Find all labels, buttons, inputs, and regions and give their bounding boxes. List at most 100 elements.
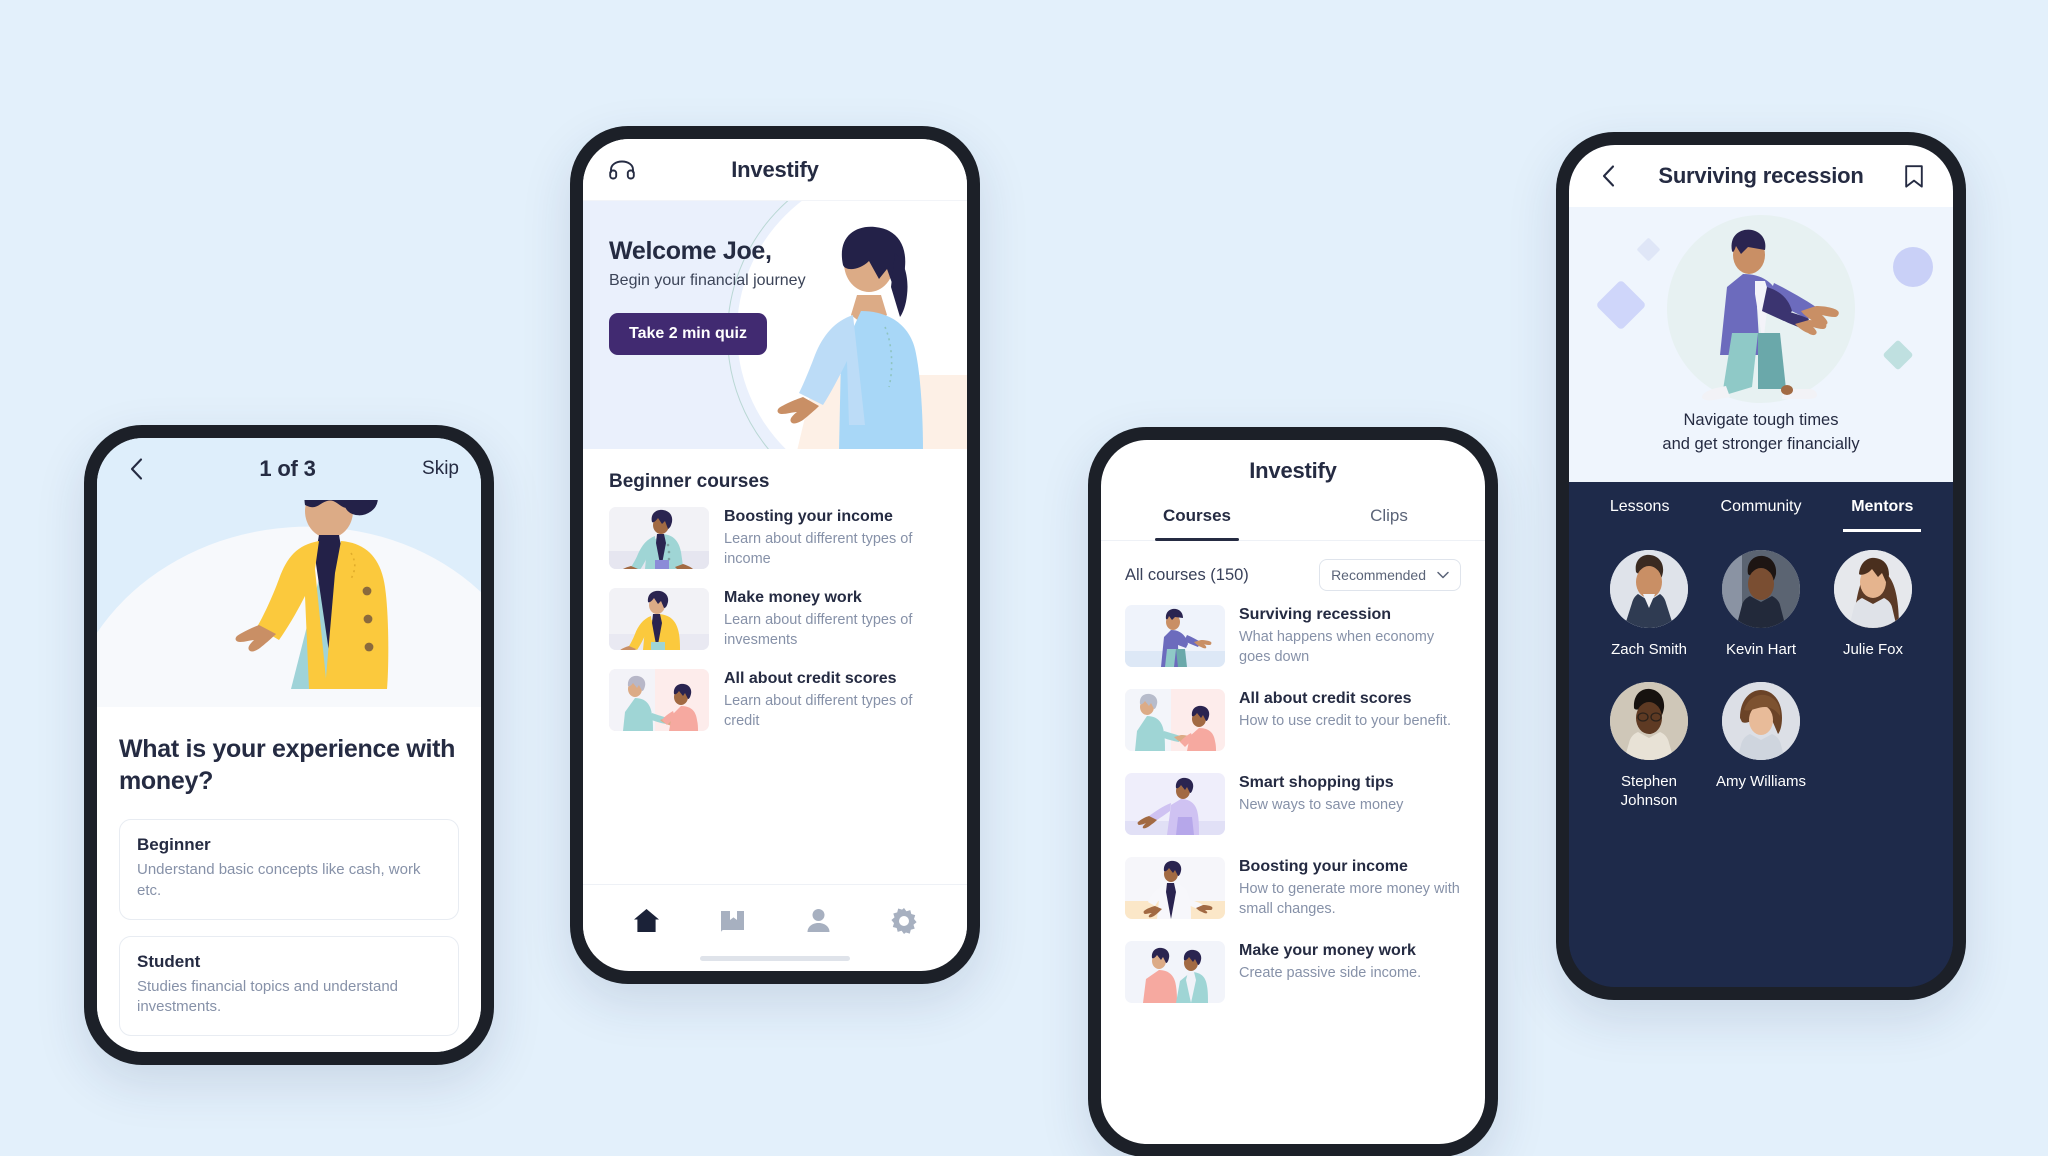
tab-saved[interactable] — [715, 904, 749, 938]
tab-lessons[interactable]: Lessons — [1579, 482, 1700, 532]
course-thumbnail — [1125, 857, 1225, 920]
option-title: Beginner — [137, 835, 211, 855]
course-thumbnail — [1125, 773, 1225, 836]
tab-community[interactable]: Community — [1700, 482, 1821, 532]
tab-clips[interactable]: Clips — [1293, 502, 1485, 540]
courses-screen: Investify Courses Clips All courses (150… — [1101, 440, 1485, 1144]
tab-label: Mentors — [1851, 498, 1914, 515]
course-meta: Boosting your income Learn about differe… — [724, 507, 941, 569]
tab-settings[interactable] — [887, 904, 921, 938]
course-caption: Navigate tough times and get stronger fi… — [1569, 409, 1953, 457]
avatar — [1609, 681, 1688, 760]
mentor-card[interactable]: Zach Smith — [1593, 550, 1705, 660]
chevron-left-icon — [1602, 165, 1614, 187]
mentor-name: Stephen Johnson — [1620, 772, 1678, 810]
chevron-down-icon — [1437, 571, 1449, 579]
tab-profile[interactable] — [801, 904, 835, 938]
course-list-item[interactable]: All about credit scores Learn about diff… — [609, 669, 941, 732]
man-pointing-large-illustration — [1597, 215, 1933, 403]
course-list-item[interactable]: Smart shopping tips New ways to save mon… — [1125, 773, 1461, 836]
all-courses-count: All courses (150) — [1125, 565, 1249, 584]
course-meta: Smart shopping tips New ways to save mon… — [1239, 773, 1461, 816]
option-description: Understand basic concepts like cash, wor… — [137, 861, 421, 899]
navbar-spacer-right — [1429, 454, 1463, 488]
take-quiz-button[interactable]: Take 2 min quiz — [609, 313, 767, 355]
course-description: Learn about different types of income — [724, 531, 913, 567]
avatar — [1721, 550, 1800, 628]
course-list-item[interactable]: Boosting your income How to generate mor… — [1125, 857, 1461, 920]
course-illustration — [1569, 213, 1953, 409]
bottom-tabbar — [583, 884, 967, 956]
bookmark-icon — [1905, 164, 1923, 188]
skip-button[interactable]: Skip — [422, 458, 459, 480]
headphones-button[interactable] — [605, 153, 639, 187]
tab-home[interactable] — [629, 904, 663, 938]
course-thumbnail — [609, 588, 709, 651]
course-title: Boosting your income — [1239, 858, 1408, 876]
course-thumbnail — [609, 507, 709, 569]
option-card-student[interactable]: Student Studies financial topics and und… — [119, 935, 459, 1036]
tab-mentors[interactable]: Mentors — [1822, 482, 1943, 532]
back-button[interactable] — [1591, 159, 1625, 193]
course-list-item[interactable]: Make your money work Create passive side… — [1125, 941, 1461, 1004]
mentor-card[interactable]: Amy Williams — [1705, 681, 1817, 811]
avatar-zach-smith — [1609, 550, 1688, 628]
home-bottom-area — [583, 884, 967, 971]
mentor-card[interactable]: Stephen Johnson — [1593, 681, 1705, 811]
mentor-name: Amy Williams — [1715, 772, 1806, 790]
tab-courses[interactable]: Courses — [1101, 502, 1293, 540]
onboarding-screen: 1 of 3 Skip What is your experience with… — [97, 438, 481, 1052]
sort-dropdown[interactable]: Recommended — [1319, 559, 1461, 591]
bookmark-book-icon — [720, 910, 744, 932]
course-meta: All about credit scores How to use credi… — [1239, 689, 1461, 732]
section-title-beginner-courses: Beginner courses — [609, 471, 770, 492]
phone-courses: Investify Courses Clips All courses (150… — [1088, 427, 1498, 1156]
course-description: New ways to save money — [1239, 797, 1404, 814]
course-list-item[interactable]: Boosting your income Learn about differe… — [609, 507, 941, 569]
home-screen: Investify Welcome Joe, Begin your financ… — [583, 139, 967, 971]
option-card-beginner[interactable]: Beginner Understand basic concepts like … — [119, 819, 459, 920]
course-description: Learn about different types of invesment… — [724, 612, 913, 648]
course-description: How to use credit to your benefit. — [1239, 713, 1451, 730]
course-description: Learn about different types of credit — [724, 693, 913, 729]
course-title: Smart shopping tips — [1239, 774, 1394, 792]
navbar-spacer-left — [1123, 454, 1157, 488]
mentor-name: Zach Smith — [1611, 641, 1687, 658]
hero-greeting: Welcome Joe, — [609, 237, 772, 265]
avatar — [1609, 550, 1688, 628]
couple-illustration — [1125, 941, 1225, 1004]
course-meta: Make your money work Create passive side… — [1239, 941, 1461, 984]
phone-course-detail: Surviving recession Navigate tough times… — [1556, 132, 1966, 1000]
course-title: Make your money work — [1239, 942, 1416, 960]
course-thumbnail — [1125, 605, 1225, 667]
phone-onboarding: 1 of 3 Skip What is your experience with… — [84, 425, 494, 1065]
sort-value: Recommended — [1331, 567, 1426, 583]
mentor-name: Kevin Hart — [1725, 641, 1796, 658]
courses-filter-row: All courses (150) Recommended — [1101, 541, 1485, 605]
course-list-item[interactable]: Make money work Learn about different ty… — [609, 588, 941, 651]
man-yellow-coat-illustration — [609, 588, 709, 651]
avatar-amy-williams — [1721, 681, 1800, 760]
man-white-coat-illustration — [1125, 857, 1225, 920]
courses-list: Surviving recession What happens when ec… — [1101, 605, 1485, 1144]
course-description: Create passive side income. — [1239, 965, 1422, 982]
course-detail-tabs: Lessons Community Mentors — [1569, 482, 1953, 532]
chevron-left-icon — [130, 458, 143, 480]
mentor-card[interactable]: Kevin Hart — [1705, 550, 1817, 660]
course-description: What happens when economy goes down — [1239, 629, 1435, 665]
course-list-item[interactable]: Surviving recession What happens when ec… — [1125, 605, 1461, 667]
bookmark-button[interactable] — [1897, 159, 1931, 193]
course-meta: All about credit scores Learn about diff… — [724, 669, 941, 731]
mentor-card[interactable]: Julie Fox — [1817, 550, 1929, 660]
two-people-credit-illustration — [1125, 689, 1225, 752]
course-list-item[interactable]: All about credit scores How to use credi… — [1125, 689, 1461, 752]
hero-subtitle: Begin your financial journey — [609, 272, 806, 289]
two-people-illustration — [609, 669, 709, 732]
avatar-kevin-hart — [1721, 550, 1800, 628]
course-title: Boosting your income — [724, 508, 893, 525]
course-title: All about credit scores — [1239, 690, 1412, 708]
hero-text-block: Welcome Joe, Begin your financial journe… — [609, 237, 967, 355]
course-hero: Navigate tough times and get stronger fi… — [1569, 207, 1953, 482]
app-title: Investify — [1249, 458, 1337, 483]
back-button[interactable] — [119, 452, 153, 486]
